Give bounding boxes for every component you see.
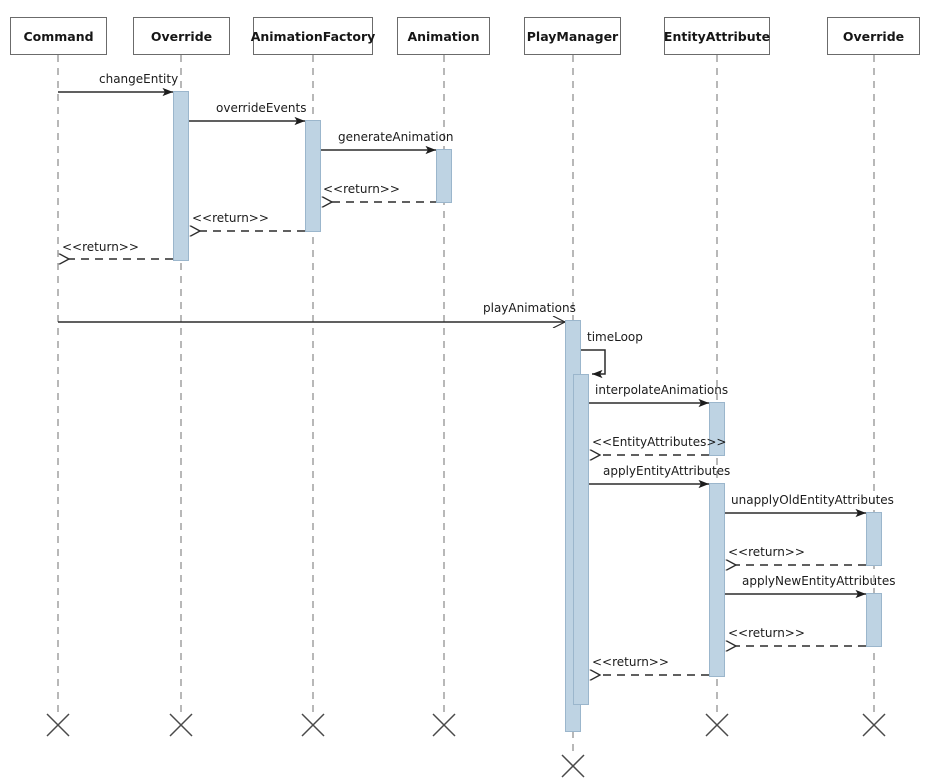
destroy-markers: [46, 713, 886, 778]
participant-label: Animation: [407, 28, 480, 44]
activation-bar-override1[interactable]: [173, 91, 189, 261]
diagram-vector-layer: [46, 55, 886, 778]
destroy-marker-command: [46, 713, 70, 737]
participant-box-command[interactable]: Command: [10, 17, 107, 55]
message-label-m7: playAnimations: [483, 301, 576, 315]
activation-bar-animation[interactable]: [436, 149, 452, 203]
message-label-m10: <<EntityAttributes>>: [592, 435, 727, 449]
participant-label: PlayManager: [526, 28, 619, 44]
message-label-m12: unapplyOldEntityAttributes: [731, 493, 894, 507]
activation-bar-animationfactory[interactable]: [305, 120, 321, 232]
message-label-m11: applyEntityAttributes: [603, 464, 731, 478]
message-label-m15: <<return>>: [728, 626, 805, 640]
participant-box-override1[interactable]: Override: [133, 17, 230, 55]
destroy-marker-animationfactory: [301, 713, 325, 737]
message-label-m5: <<return>>: [192, 211, 269, 225]
destroy-marker-override1: [169, 713, 193, 737]
participant-box-animationfactory[interactable]: AnimationFactory: [250, 17, 376, 55]
message-label-m2: overrideEvents: [216, 101, 307, 115]
message-label-m4: <<return>>: [323, 182, 400, 196]
participant-box-playmanager[interactable]: PlayManager: [524, 17, 621, 55]
participant-box-entityattribute[interactable]: EntityAttribute: [664, 17, 770, 55]
destroy-marker-playmanager: [561, 754, 585, 778]
participant-label: Override: [842, 28, 905, 44]
activation-bar-override2[interactable]: [866, 512, 882, 566]
activation-bar-playmanager[interactable]: [573, 374, 589, 705]
message-label-m8: timeLoop: [587, 330, 643, 344]
participant-label: Command: [23, 28, 94, 44]
destroy-marker-override2: [862, 713, 886, 737]
message-label-m16: <<return>>: [592, 655, 669, 669]
activation-bar-entityattribute[interactable]: [709, 483, 725, 677]
message-label-m14: applyNewEntityAttributes: [742, 574, 896, 588]
destroy-marker-animation: [432, 713, 456, 737]
message-line-m8[interactable]: [581, 349, 606, 379]
participant-box-override2[interactable]: Override: [827, 17, 920, 55]
participant-label: AnimationFactory: [250, 28, 376, 44]
message-label-m1: changeEntity: [99, 72, 179, 86]
message-label-m6: <<return>>: [62, 240, 139, 254]
participant-label: EntityAttribute: [663, 28, 771, 44]
message-label-m13: <<return>>: [728, 545, 805, 559]
participant-label: Override: [150, 28, 213, 44]
message-label-m9: interpolateAnimations: [595, 383, 729, 397]
destroy-marker-entityattribute: [705, 713, 729, 737]
activation-bar-override2[interactable]: [866, 593, 882, 647]
sequence-diagram-canvas: Command Override AnimationFactory Animation…: [0, 0, 943, 784]
participant-box-animation[interactable]: Animation: [397, 17, 490, 55]
message-label-m3: generateAnimation: [338, 130, 454, 144]
